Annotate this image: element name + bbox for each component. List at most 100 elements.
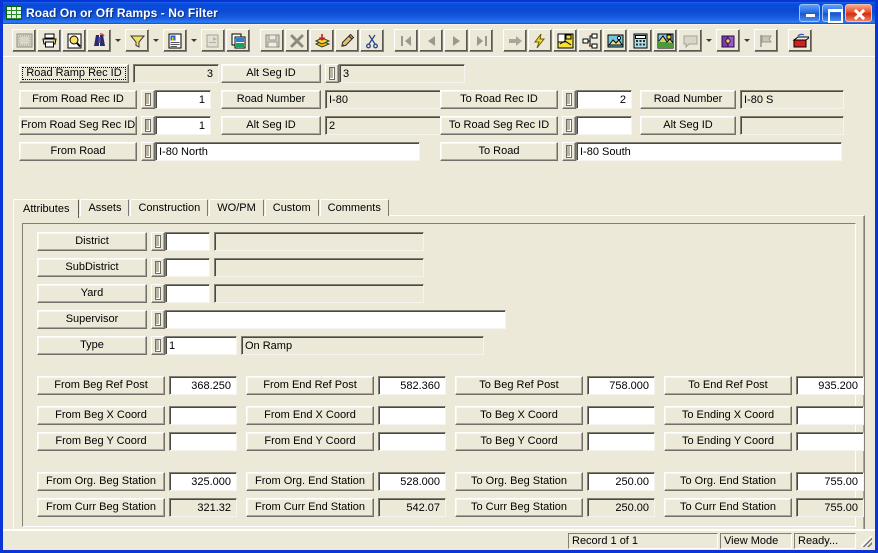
- tab-wo-pm[interactable]: WO/PM: [209, 199, 264, 216]
- print-button[interactable]: [37, 29, 61, 52]
- to-ending-y-coord-label[interactable]: To Ending Y Coord: [664, 432, 792, 451]
- from-curr-end-station-label[interactable]: From Curr End Station: [246, 498, 374, 517]
- gis-button[interactable]: [653, 29, 677, 52]
- to-end-ref-post-input[interactable]: 935.200: [796, 376, 864, 395]
- to-road-lookup-button[interactable]: [562, 142, 576, 161]
- from-beg-x-coord-label[interactable]: From Beg X Coord: [37, 406, 165, 425]
- from-road-seg-rec-id-lookup-button[interactable]: [141, 116, 155, 135]
- from-end-ref-post-input[interactable]: 582.360: [378, 376, 446, 395]
- type-code-input[interactable]: 1: [165, 336, 237, 355]
- comment-button[interactable]: [678, 29, 702, 52]
- from-org-beg-station-input[interactable]: 325.000: [169, 472, 237, 491]
- to-org-beg-station-label[interactable]: To Org. Beg Station: [455, 472, 583, 491]
- to-beg-x-coord-label[interactable]: To Beg X Coord: [455, 406, 583, 425]
- to-road-seg-rec-id-lookup-button[interactable]: [562, 116, 576, 135]
- tab-attributes[interactable]: Attributes: [13, 199, 80, 218]
- tab-assets[interactable]: Assets: [80, 199, 130, 216]
- from-alt-seg-id-label[interactable]: Alt Seg ID: [221, 116, 321, 135]
- from-beg-x-coord-input[interactable]: [169, 406, 237, 425]
- map-view-button[interactable]: [553, 29, 577, 52]
- to-road-number-label[interactable]: Road Number: [640, 90, 736, 109]
- district-code-input[interactable]: [165, 232, 210, 251]
- subdistrict-label[interactable]: SubDistrict: [37, 258, 147, 277]
- to-end-ref-post-label[interactable]: To End Ref Post: [664, 376, 792, 395]
- comment-dropdown-arrow[interactable]: [703, 29, 714, 52]
- from-org-beg-station-label[interactable]: From Org. Beg Station: [37, 472, 165, 491]
- from-curr-beg-station-label[interactable]: From Curr Beg Station: [37, 498, 165, 517]
- from-end-x-coord-input[interactable]: [378, 406, 446, 425]
- to-beg-ref-post-input[interactable]: 758.000: [587, 376, 655, 395]
- to-ending-y-coord-input[interactable]: [796, 432, 864, 451]
- to-beg-ref-post-label[interactable]: To Beg Ref Post: [455, 376, 583, 395]
- to-curr-beg-station-label[interactable]: To Curr Beg Station: [455, 498, 583, 517]
- print-preview-button[interactable]: [62, 29, 86, 52]
- to-curr-end-station-label[interactable]: To Curr End Station: [664, 498, 792, 517]
- supervisor-input[interactable]: [165, 310, 506, 329]
- report-button[interactable]: [163, 29, 187, 52]
- alt-seg-id-top-lookup-button[interactable]: [325, 64, 339, 83]
- from-end-x-coord-label[interactable]: From End X Coord: [246, 406, 374, 425]
- next-record-button[interactable]: [444, 29, 468, 52]
- type-lookup-button[interactable]: [151, 336, 165, 355]
- to-org-beg-station-input[interactable]: 250.00: [587, 472, 655, 491]
- to-beg-x-coord-input[interactable]: [587, 406, 655, 425]
- road-ramp-rec-id-label[interactable]: Road Ramp Rec ID: [19, 64, 129, 83]
- flag-button[interactable]: [754, 29, 778, 52]
- properties-button[interactable]: [201, 29, 225, 52]
- from-end-y-coord-label[interactable]: From End Y Coord: [246, 432, 374, 451]
- report-dropdown-arrow[interactable]: [188, 29, 199, 52]
- to-ending-x-coord-label[interactable]: To Ending X Coord: [664, 406, 792, 425]
- save-button[interactable]: [260, 29, 284, 52]
- yard-label[interactable]: Yard: [37, 284, 147, 303]
- maximize-button[interactable]: [822, 4, 843, 23]
- find-button[interactable]: [87, 29, 111, 52]
- tree-view-button[interactable]: [578, 29, 602, 52]
- from-end-ref-post-label[interactable]: From End Ref Post: [246, 376, 374, 395]
- to-road-label[interactable]: To Road: [440, 142, 558, 161]
- find-dropdown-arrow[interactable]: [112, 29, 123, 52]
- to-org-end-station-input[interactable]: 755.00: [796, 472, 864, 491]
- edit-button[interactable]: [335, 29, 359, 52]
- copy-record-button[interactable]: [226, 29, 250, 52]
- image-button[interactable]: [603, 29, 627, 52]
- new-record-button[interactable]: [12, 29, 36, 52]
- to-beg-y-coord-label[interactable]: To Beg Y Coord: [455, 432, 583, 451]
- cut-button[interactable]: [360, 29, 384, 52]
- from-road-rec-id-input[interactable]: 1: [155, 90, 211, 109]
- from-road-seg-rec-id-label[interactable]: From Road Seg Rec ID: [19, 116, 137, 135]
- calculator-button[interactable]: [628, 29, 652, 52]
- from-beg-y-coord-input[interactable]: [169, 432, 237, 451]
- close-button[interactable]: [845, 4, 872, 22]
- from-beg-ref-post-label[interactable]: From Beg Ref Post: [37, 376, 165, 395]
- previous-record-button[interactable]: [419, 29, 443, 52]
- post-button[interactable]: [310, 29, 334, 52]
- district-label[interactable]: District: [37, 232, 147, 251]
- district-lookup-button[interactable]: [151, 232, 165, 251]
- from-org-end-station-input[interactable]: 528.000: [378, 472, 446, 491]
- yard-lookup-button[interactable]: [151, 284, 165, 303]
- goto-button[interactable]: [503, 29, 527, 52]
- execute-button[interactable]: [528, 29, 552, 52]
- subdistrict-code-input[interactable]: [165, 258, 210, 277]
- filter-button[interactable]: [125, 29, 149, 52]
- resize-grip[interactable]: [859, 534, 873, 548]
- first-record-button[interactable]: [394, 29, 418, 52]
- to-road-input[interactable]: I-80 South: [576, 142, 842, 161]
- yard-code-input[interactable]: [165, 284, 210, 303]
- to-ending-x-coord-input[interactable]: [796, 406, 864, 425]
- to-road-seg-rec-id-label[interactable]: To Road Seg Rec ID: [440, 116, 558, 135]
- from-end-y-coord-input[interactable]: [378, 432, 446, 451]
- last-record-button[interactable]: [469, 29, 493, 52]
- help-dropdown-arrow[interactable]: [741, 29, 752, 52]
- from-road-label[interactable]: From Road: [19, 142, 137, 161]
- from-org-end-station-label[interactable]: From Org. End Station: [246, 472, 374, 491]
- from-beg-y-coord-label[interactable]: From Beg Y Coord: [37, 432, 165, 451]
- help-book-button[interactable]: [716, 29, 740, 52]
- subdistrict-lookup-button[interactable]: [151, 258, 165, 277]
- filter-dropdown-arrow[interactable]: [150, 29, 161, 52]
- from-road-number-label[interactable]: Road Number: [221, 90, 321, 109]
- from-road-seg-rec-id-input[interactable]: 1: [155, 116, 211, 135]
- to-road-seg-rec-id-input[interactable]: [576, 116, 632, 135]
- from-road-lookup-button[interactable]: [141, 142, 155, 161]
- tab-custom[interactable]: Custom: [264, 199, 319, 216]
